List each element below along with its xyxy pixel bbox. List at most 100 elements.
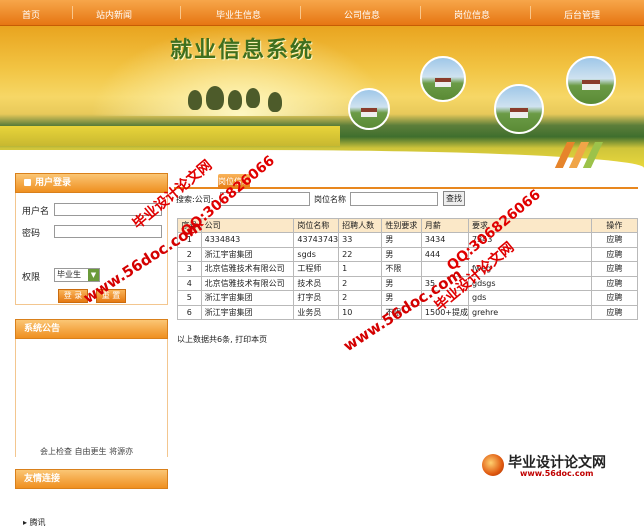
left-sidebar: 用户登录 用户名 密码 权限 毕业生 ▼ 登 录 重 置 系统公告 会上检查 自… (15, 173, 168, 527)
apply-link[interactable]: 应聘 (590, 232, 639, 248)
cell-company: 浙江宇宙集团 (200, 246, 295, 262)
links-panel: ▸ 腾讯 (15, 489, 168, 527)
cell-company: 浙江宇宙集团 (200, 290, 295, 306)
farmhouse-photo (420, 56, 466, 102)
cell-position: sgds (293, 246, 340, 262)
reset-button[interactable]: 重 置 (96, 289, 126, 303)
password-label: 密码 (22, 229, 41, 239)
password-input[interactable] (54, 225, 162, 238)
col-position: 岗位名称 (293, 218, 340, 233)
search-button[interactable]: 查找 (443, 191, 465, 206)
cell-position: 43743743 (293, 232, 340, 248)
cell-position: 技术员 (293, 275, 340, 291)
table-row: 4 北京信雅技术有限公司 技术员 2 男 35 gdsgs 应聘 (177, 275, 639, 291)
cell-requirement: gdsgs (467, 275, 592, 291)
login-panel-header: 用户登录 (15, 173, 168, 193)
username-label: 用户名 (22, 207, 50, 217)
cell-requirement (467, 246, 592, 262)
brand-logo: 毕业设计论文网 www.56doc.com (478, 450, 638, 480)
nav-graduates[interactable]: 毕业生信息 (216, 8, 261, 21)
table-row: 2 浙江宇宙集团 sgds 22 男 444 应聘 (177, 246, 639, 262)
table-row: 6 浙江宇宙集团 业务员 10 不限 1500+提成 grehre 应聘 (177, 304, 639, 320)
cell-headcount: 10 (338, 304, 383, 320)
cell-salary (420, 261, 469, 277)
cell-gender: 不限 (381, 261, 422, 277)
cell-company: 4334843 (200, 232, 295, 248)
cell-salary (420, 290, 469, 306)
tree-icon (206, 86, 224, 110)
header-banner: 就业信息系统 (0, 26, 644, 168)
cell-requirement: gds (467, 290, 592, 306)
position-search-input[interactable] (350, 192, 438, 206)
cell-index: 2 (177, 246, 202, 262)
username-input[interactable] (54, 203, 162, 216)
nav-home[interactable]: 首页 (22, 8, 40, 21)
apply-link[interactable]: 应聘 (590, 290, 639, 306)
notice-panel: 会上检查 自由更生 将源亦 (15, 339, 168, 457)
cell-index: 3 (177, 261, 202, 277)
nav-separator (72, 6, 73, 19)
table-header-row: 序号 公司 岗位名称 招聘人数 性别要求 月薪 要求 操作 (177, 218, 639, 233)
login-title: 用户登录 (35, 178, 72, 188)
nav-companies[interactable]: 公司信息 (344, 8, 380, 21)
cell-salary: 3434 (420, 232, 469, 248)
tree-icon (188, 90, 202, 110)
col-company: 公司 (200, 218, 295, 233)
tree-icon (268, 92, 282, 112)
login-button[interactable]: 登 录 (58, 289, 88, 303)
login-panel: 用户名 密码 权限 毕业生 ▼ 登 录 重 置 (15, 193, 168, 305)
nav-admin[interactable]: 后台管理 (564, 8, 600, 21)
cell-gender: 男 (381, 246, 422, 262)
col-headcount: 招聘人数 (338, 218, 383, 233)
tree-icon (228, 90, 242, 110)
cell-gender: 不限 (381, 304, 422, 320)
cell-gender: 男 (381, 290, 422, 306)
village-photo (348, 88, 390, 130)
cell-requirement: fweg (467, 261, 592, 277)
cell-salary: 444 (420, 246, 469, 262)
tree-icon (246, 88, 260, 108)
site-title: 就业信息系统 (170, 37, 315, 63)
col-salary: 月薪 (420, 218, 469, 233)
search-bar: 搜索:公司: 岗位名称 查找 (174, 191, 638, 209)
notice-title: 系统公告 (24, 324, 61, 334)
nav-separator (530, 6, 531, 19)
nav-news[interactable]: 站内新闻 (96, 8, 132, 21)
apply-link[interactable]: 应聘 (590, 246, 639, 262)
col-action: 操作 (590, 218, 639, 233)
col-requirement: 要求 (467, 218, 592, 233)
apply-link[interactable]: 应聘 (590, 261, 639, 277)
globe-icon (482, 454, 504, 476)
notice-panel-header: 系统公告 (15, 319, 168, 339)
apply-link[interactable]: 应聘 (590, 304, 639, 320)
brand-url: www.56doc.com (520, 469, 594, 478)
cell-headcount: 33 (338, 232, 383, 248)
link-item[interactable]: ▸ 腾讯 (23, 517, 46, 528)
cell-gender: 男 (381, 232, 422, 248)
role-select[interactable]: 毕业生 ▼ (54, 268, 100, 282)
banner-curve (0, 150, 644, 168)
links-panel-header: 友情连接 (15, 469, 168, 489)
main-content: 岗位信息 搜索:公司: 岗位名称 查找 序号 公司 岗位名称 招聘人数 性别要求… (174, 173, 639, 344)
table-footer: 以上数据共6条, 打印本页 (177, 335, 268, 344)
cell-position: 打字员 (293, 290, 340, 306)
cell-company: 北京信雅技术有限公司 (200, 261, 295, 277)
apply-link[interactable]: 应聘 (590, 275, 639, 291)
nav-separator (300, 6, 301, 19)
company-search-input[interactable] (220, 192, 310, 206)
cell-index: 5 (177, 290, 202, 306)
role-label: 权限 (22, 273, 41, 283)
cell-company: 浙江宇宙集团 (200, 304, 295, 320)
cell-headcount: 1 (338, 261, 383, 277)
nav-separator (420, 6, 421, 19)
nav-positions[interactable]: 岗位信息 (454, 8, 490, 21)
cell-index: 1 (177, 232, 202, 248)
cottage-photo (566, 56, 616, 106)
bullet-icon (24, 179, 31, 186)
table-row: 5 浙江宇宙集团 打字员 2 男 gds 应聘 (177, 290, 639, 306)
link-tencent[interactable]: 腾讯 (30, 518, 46, 527)
cell-position: 业务员 (293, 304, 340, 320)
tab-positions[interactable]: 岗位信息 (218, 174, 250, 189)
cell-salary: 35 (420, 275, 469, 291)
top-nav: 首页 站内新闻 毕业生信息 公司信息 岗位信息 后台管理 (0, 0, 644, 26)
